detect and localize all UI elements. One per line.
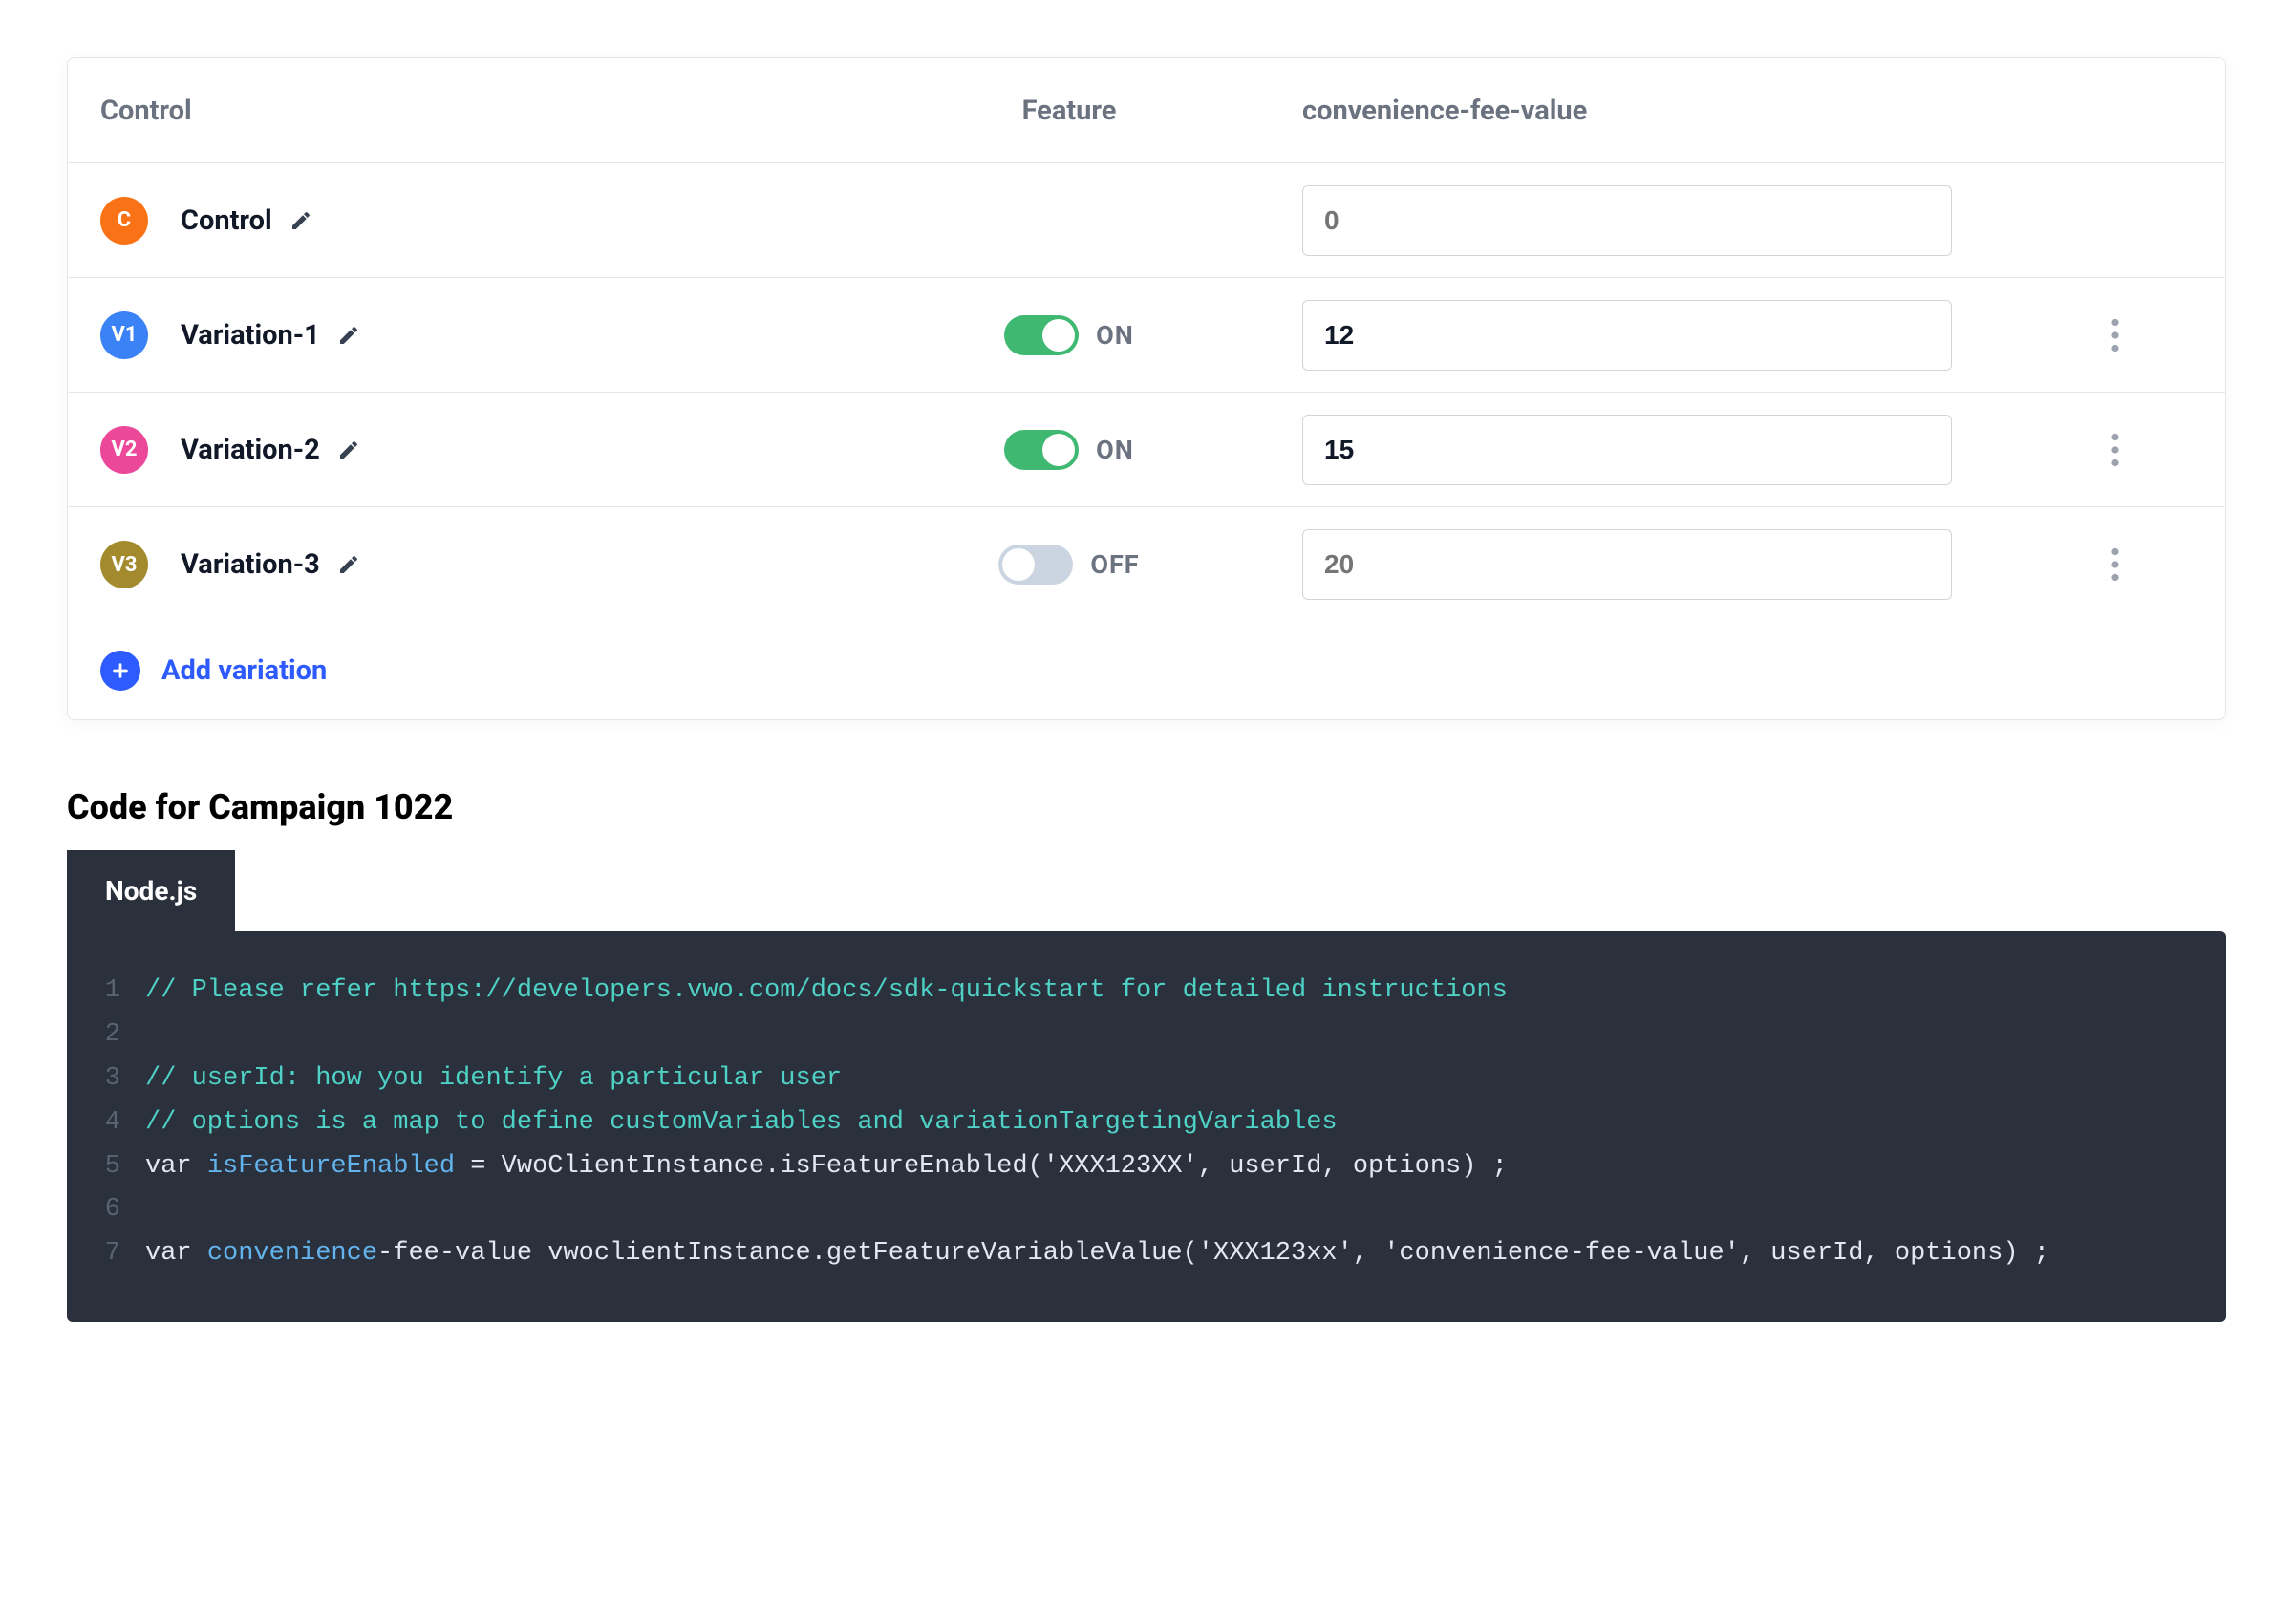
table-row: C Control — [68, 163, 2225, 278]
line-number: 7 — [101, 1232, 145, 1276]
variation-name: Variation-3 — [181, 548, 320, 581]
line-number: 1 — [101, 970, 145, 1014]
plus-icon — [100, 651, 140, 691]
code-line: 1// Please refer https://developers.vwo.… — [101, 970, 2188, 1014]
line-number: 6 — [101, 1188, 145, 1232]
header-feature: Feature — [868, 95, 1270, 127]
variable-value-input[interactable] — [1302, 300, 1952, 371]
variable-value-cell — [1270, 529, 2005, 600]
header-control: Control — [68, 95, 868, 127]
variation-name-cell: V2 Variation-2 — [68, 426, 868, 474]
toggle-state-label: ON — [1096, 320, 1134, 351]
variable-value-input[interactable] — [1302, 185, 1952, 256]
code-line: 2 — [101, 1014, 2188, 1058]
code-text: // userId: how you identify a particular… — [145, 1058, 842, 1101]
feature-toggle-cell: ON — [868, 315, 1270, 355]
line-number: 2 — [101, 1014, 145, 1058]
edit-icon[interactable] — [337, 324, 360, 347]
kebab-icon[interactable] — [2111, 547, 2120, 582]
variation-name: Control — [181, 204, 272, 237]
add-variation-button[interactable]: Add variation — [68, 622, 2225, 719]
code-line: 6 — [101, 1188, 2188, 1232]
tab-nodejs[interactable]: Node.js — [67, 850, 235, 931]
table-header-row: Control Feature convenience-fee-value — [68, 58, 2225, 163]
table-row: V1 Variation-1 ON — [68, 278, 2225, 393]
add-variation-label: Add variation — [161, 654, 327, 687]
code-line: 4// options is a map to define customVar… — [101, 1101, 2188, 1145]
variations-table: Control Feature convenience-fee-value CC… — [67, 57, 2226, 720]
variable-value-input[interactable] — [1302, 529, 1952, 600]
variation-badge: V3 — [100, 541, 148, 588]
toggle-state-label: ON — [1096, 435, 1134, 465]
variation-name: Variation-1 — [181, 319, 320, 352]
code-text: // options is a map to define customVari… — [145, 1101, 1338, 1145]
code-text: var convenience-fee-value vwoclientInsta… — [145, 1232, 2049, 1276]
line-number: 5 — [101, 1145, 145, 1189]
variation-badge: C — [100, 197, 148, 245]
toggle-state-label: OFF — [1090, 549, 1139, 580]
code-text: // Please refer https://developers.vwo.c… — [145, 970, 1508, 1014]
row-actions-cell — [2005, 547, 2225, 582]
feature-toggle-cell: OFF — [868, 545, 1270, 585]
header-variable: convenience-fee-value — [1270, 95, 2005, 127]
code-text — [145, 1188, 161, 1232]
code-line: 7var convenience-fee-value vwoclientInst… — [101, 1232, 2188, 1276]
line-number: 4 — [101, 1101, 145, 1145]
line-number: 3 — [101, 1058, 145, 1101]
variable-value-cell — [1270, 185, 2005, 256]
variation-badge: V1 — [100, 311, 148, 359]
table-row: V2 Variation-2 ON — [68, 393, 2225, 507]
code-line: 5var isFeatureEnabled = VwoClientInstanc… — [101, 1145, 2188, 1189]
kebab-icon[interactable] — [2111, 433, 2120, 467]
variation-name-cell: C Control — [68, 197, 868, 245]
row-actions-cell — [2005, 433, 2225, 467]
code-section-title: Code for Campaign 1022 — [67, 787, 2226, 827]
variation-badge: V2 — [100, 426, 148, 474]
feature-toggle[interactable] — [1004, 315, 1079, 355]
variable-value-cell — [1270, 415, 2005, 485]
variation-name-cell: V1 Variation-1 — [68, 311, 868, 359]
edit-icon[interactable] — [289, 209, 312, 232]
code-text: var isFeatureEnabled = VwoClientInstance… — [145, 1145, 1508, 1189]
feature-toggle[interactable] — [998, 545, 1073, 585]
edit-icon[interactable] — [337, 553, 360, 576]
code-line: 3// userId: how you identify a particula… — [101, 1058, 2188, 1101]
code-text — [145, 1014, 161, 1058]
variation-name-cell: V3 Variation-3 — [68, 541, 868, 588]
variation-name: Variation-2 — [181, 434, 320, 466]
table-row: V3 Variation-3 OFF — [68, 507, 2225, 622]
code-block: 1// Please refer https://developers.vwo.… — [67, 931, 2226, 1322]
variable-value-cell — [1270, 300, 2005, 371]
feature-toggle[interactable] — [1004, 430, 1079, 470]
variable-value-input[interactable] — [1302, 415, 1952, 485]
row-actions-cell — [2005, 318, 2225, 353]
edit-icon[interactable] — [337, 438, 360, 461]
kebab-icon[interactable] — [2111, 318, 2120, 353]
feature-toggle-cell: ON — [868, 430, 1270, 470]
